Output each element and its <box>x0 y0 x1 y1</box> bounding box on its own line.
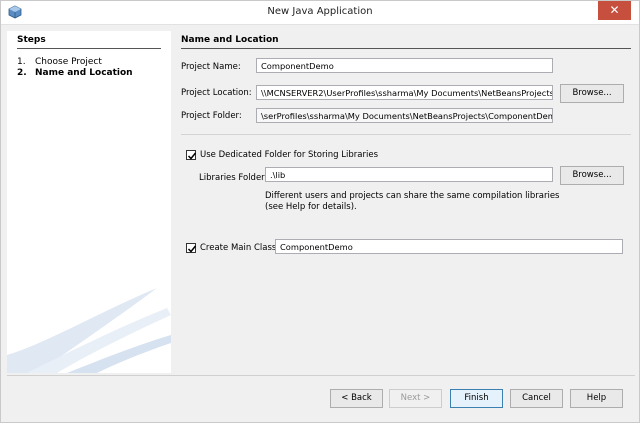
name-location-panel: Name and Location Project Name: Componen… <box>173 31 633 373</box>
dedicated-folder-label: Use Dedicated Folder for Storing Librari… <box>200 150 378 160</box>
project-name-label: Project Name: <box>181 62 241 72</box>
footer-divider <box>7 375 635 376</box>
create-main-class-label: Create Main Class <box>200 243 277 253</box>
close-icon: ✕ <box>609 3 620 17</box>
panel-header: Name and Location <box>181 35 279 45</box>
browse-location-button[interactable]: Browse... <box>560 84 624 103</box>
help-button[interactable]: Help <box>570 389 623 408</box>
main-class-field[interactable]: ComponentDemo <box>275 239 623 254</box>
section-separator <box>181 134 631 135</box>
libraries-note-line-1: Different users and projects can share t… <box>265 191 560 201</box>
back-button[interactable]: < Back <box>330 389 383 408</box>
step-label: Name and Location <box>35 68 133 78</box>
steps-header: Steps <box>17 35 46 45</box>
project-location-label: Project Location: <box>181 88 252 98</box>
steps-panel: Steps 1. Choose Project 2. Name and Locati… <box>7 31 171 373</box>
dialog-window: New Java Application ✕ Steps 1. Choose Pr… <box>0 0 640 423</box>
project-folder-label: Project Folder: <box>181 111 242 121</box>
step-number: 1. <box>17 57 26 67</box>
project-name-field[interactable]: ComponentDemo <box>256 58 553 73</box>
libraries-folder-field[interactable]: .\lib <box>265 167 553 182</box>
sidebar-decorative-swoosh <box>7 288 171 373</box>
libraries-folder-label: Libraries Folder: <box>199 173 268 183</box>
step-number: 2. <box>17 68 27 78</box>
panel-divider <box>181 48 631 49</box>
cancel-button[interactable]: Cancel <box>510 389 563 408</box>
title-bar: New Java Application ✕ <box>1 1 639 25</box>
project-folder-field[interactable]: \serProfiles\ssharma\My Documents\NetBea… <box>256 108 553 123</box>
step-label: Choose Project <box>35 57 102 67</box>
finish-button[interactable]: Finish <box>450 389 503 408</box>
next-button[interactable]: Next > <box>389 389 442 408</box>
window-title: New Java Application <box>267 6 373 17</box>
checkmark-icon <box>187 152 197 160</box>
browse-libraries-button[interactable]: Browse... <box>560 166 624 185</box>
create-main-class-checkbox[interactable] <box>186 243 197 253</box>
step-item-choose-project: 1. Choose Project <box>17 57 102 67</box>
libraries-note-line-2: (see Help for details). <box>265 202 357 212</box>
dedicated-folder-checkbox[interactable] <box>186 150 197 160</box>
steps-divider <box>17 48 161 49</box>
project-location-field[interactable]: \\MCNSERVER2\UserProfiles\ssharma\My Doc… <box>256 85 553 100</box>
step-item-name-and-location: 2. Name and Location <box>17 68 133 78</box>
checkmark-icon <box>187 245 197 253</box>
close-button[interactable]: ✕ <box>598 1 631 20</box>
